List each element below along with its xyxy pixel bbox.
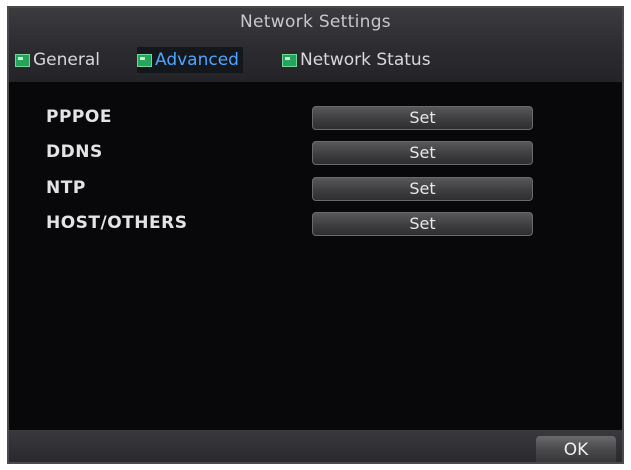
pppoe-set-button[interactable]: Set [312, 106, 533, 130]
title-bar: Network Settings General Advanced Networ… [9, 8, 622, 82]
window-title: Network Settings [240, 12, 391, 32]
tab-label: Network Status [300, 50, 431, 70]
footer-bar: OK [9, 430, 622, 462]
host-others-set-button[interactable]: Set [312, 212, 533, 236]
ntp-set-button[interactable]: Set [312, 177, 533, 201]
tab-network-status[interactable]: Network Status [282, 47, 431, 73]
tab-label: General [33, 50, 100, 70]
tab-general[interactable]: General [15, 47, 100, 73]
network-tab-icon [137, 53, 152, 67]
pppoe-label: PPPOE [46, 107, 112, 127]
ddns-label: DDNS [46, 142, 103, 162]
ok-button[interactable]: OK [536, 436, 616, 462]
tab-advanced[interactable]: Advanced [137, 47, 243, 73]
host-others-label: HOST/OTHERS [46, 213, 188, 233]
network-tab-icon [15, 53, 30, 67]
network-settings-window: Network Settings General Advanced Networ… [7, 6, 624, 464]
ntp-label: NTP [46, 178, 86, 198]
network-tab-icon [282, 53, 297, 67]
tab-label: Advanced [155, 50, 239, 70]
ddns-set-button[interactable]: Set [312, 141, 533, 165]
